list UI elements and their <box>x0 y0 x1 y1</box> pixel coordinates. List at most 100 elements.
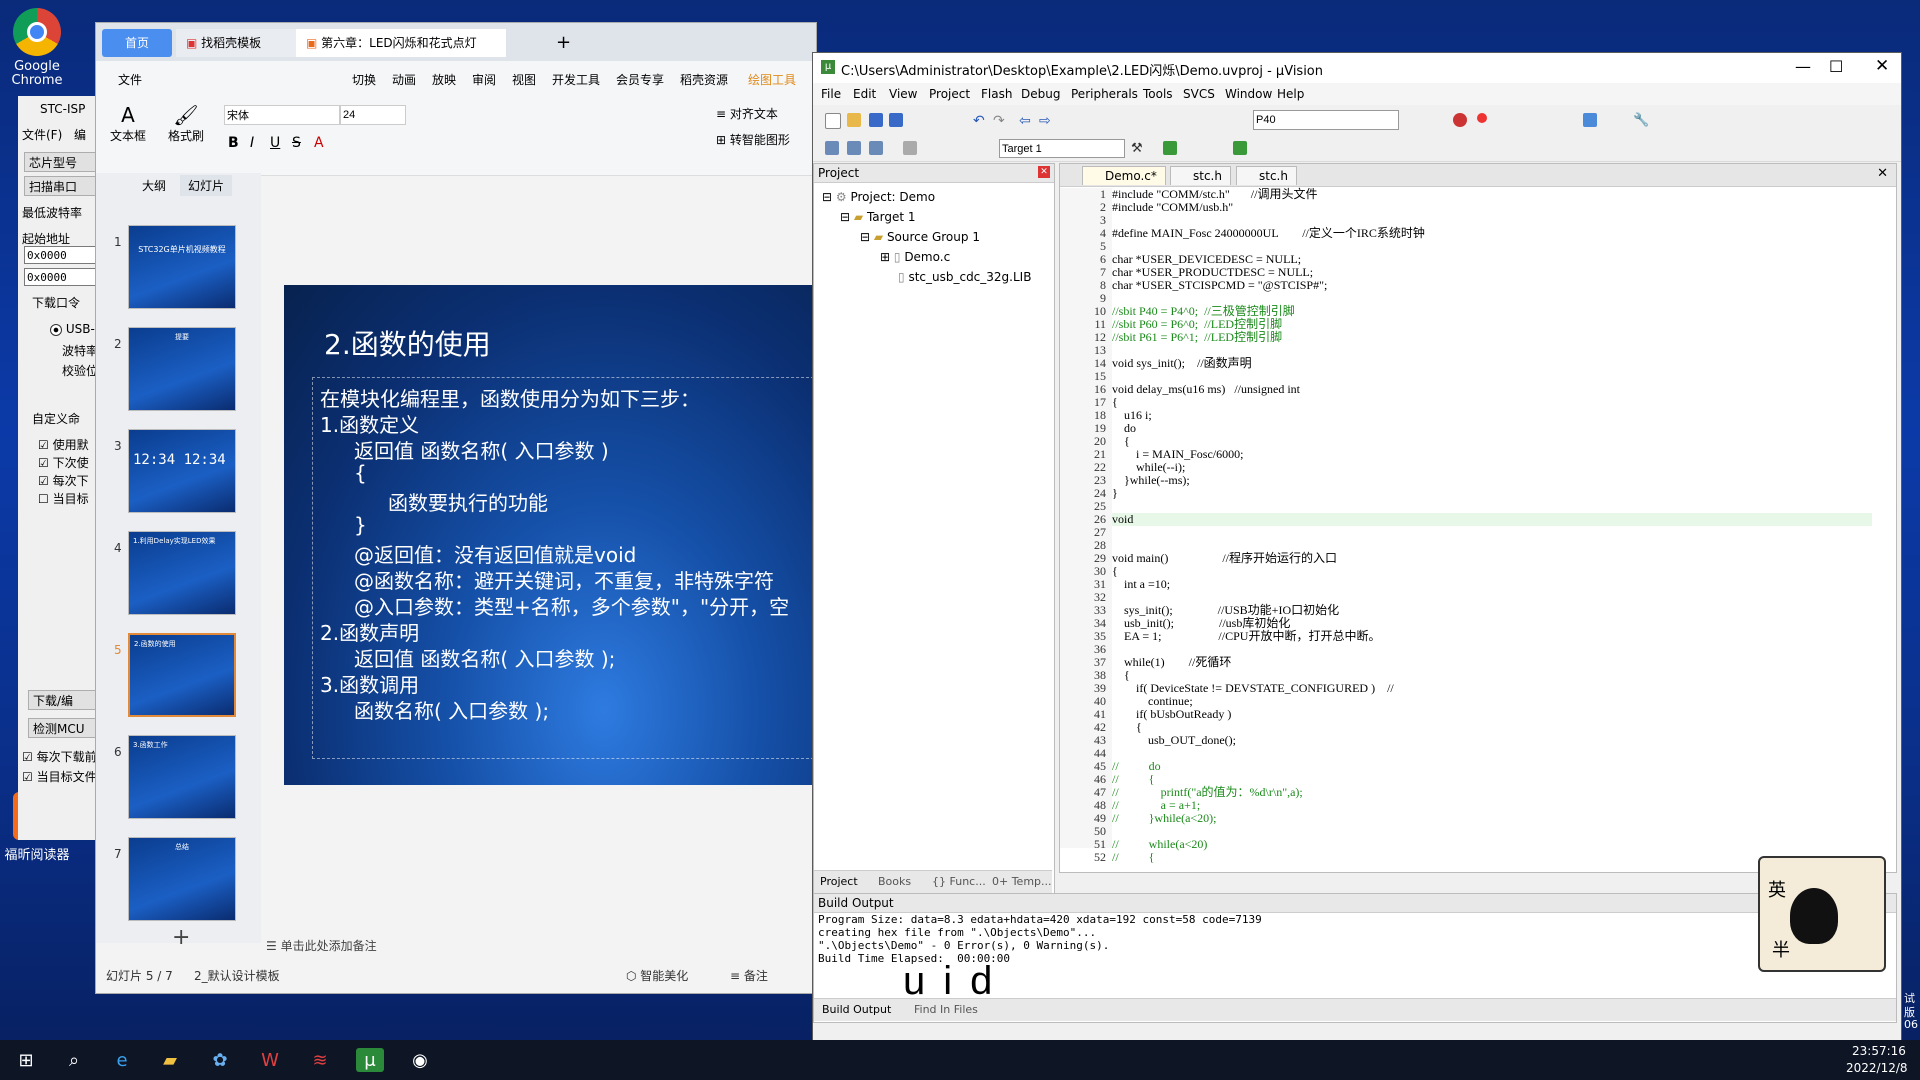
search-icon[interactable]: ⌕ <box>60 1048 88 1072</box>
menu-project[interactable]: Project <box>929 87 970 101</box>
code-editor[interactable]: Demo.c* stc.h stc.h ✕ 1 #include "COMM/st… <box>1059 163 1897 873</box>
menu-debug[interactable]: Debug <box>1021 87 1060 101</box>
format-painter-button[interactable]: 🖌 格式刷 <box>166 103 206 144</box>
code-line[interactable]: 24} <box>1094 487 1872 500</box>
slide-thumb-7[interactable]: 总结 <box>128 837 236 921</box>
scan-port-button[interactable]: 扫描串口 <box>24 176 104 196</box>
app-icon[interactable]: ✿ <box>206 1048 234 1072</box>
bottom-check-2[interactable]: ☑ 当目标文件 <box>22 768 97 785</box>
close-button[interactable]: ✕ <box>1875 56 1889 76</box>
tree-file-demo[interactable]: ⊞ ▯ Demo.c <box>880 250 950 264</box>
slide-title[interactable]: 2.函数的使用 <box>324 323 491 363</box>
code-line[interactable]: 31 int a =10; <box>1094 578 1872 591</box>
code-line[interactable]: 51// while(a<20) <box>1094 838 1872 851</box>
target-options-icon[interactable]: ⚒ <box>1131 141 1145 156</box>
code-line[interactable]: 41 if( bUsbOutReady ) <box>1094 708 1872 721</box>
editor-tab-demo[interactable]: Demo.c* <box>1082 166 1166 185</box>
font-size-select[interactable] <box>340 105 406 125</box>
new-file-icon[interactable] <box>825 113 841 129</box>
slide-thumb-3[interactable]: 12:34 12:34 <box>128 429 236 513</box>
menu-draw-tools[interactable]: 绘图工具 <box>748 71 796 88</box>
align-text-button[interactable]: ≡ 对齐文本 <box>716 105 778 122</box>
menu-resources[interactable]: 稻壳资源 <box>680 71 728 88</box>
open-file-icon[interactable] <box>847 113 861 127</box>
slide-thumb-4[interactable]: 1.利用Delay实现LED效果 <box>128 531 236 615</box>
compile-icon[interactable] <box>825 141 839 155</box>
menu-flash[interactable]: Flash <box>981 87 1012 101</box>
bold-button[interactable]: B <box>228 135 239 151</box>
menu-svcs[interactable]: SVCS <box>1183 87 1215 101</box>
menu-window[interactable]: Window <box>1225 87 1272 101</box>
bottom-check-1[interactable]: ☑ 每次下载前 <box>22 748 97 765</box>
nav-back-icon[interactable]: ⇦ <box>1019 113 1033 129</box>
code-line[interactable]: 18 u16 i; <box>1094 409 1872 422</box>
tab-find-in-files[interactable]: Find In Files <box>914 1003 978 1016</box>
window-layout-icon[interactable] <box>1583 113 1597 127</box>
download-icon[interactable] <box>903 141 917 155</box>
pack-installer-icon[interactable] <box>1233 141 1247 155</box>
tab-template[interactable]: ▣ 找稻壳模板 <box>176 29 306 57</box>
save-all-icon[interactable] <box>889 113 903 127</box>
close-panel-icon[interactable]: ✕ <box>1038 166 1050 178</box>
code-line[interactable]: 17{ <box>1094 396 1872 409</box>
tree-project-root[interactable]: ⊟ ⚙ Project: Demo <box>822 190 935 204</box>
usb-option-radio[interactable]: USB- <box>50 322 95 336</box>
tab-document[interactable]: ▣ 第六章：LED闪烁和花式点灯 <box>296 29 506 57</box>
code-line[interactable]: 14 void sys_init(); //函数声明 <box>1094 357 1872 370</box>
code-line[interactable]: 30{ <box>1094 565 1872 578</box>
rebuild-icon[interactable] <box>869 141 883 155</box>
menu-review[interactable]: 审阅 <box>472 71 496 88</box>
maximize-button[interactable]: ☐ <box>1829 57 1843 76</box>
strike-button[interactable]: S <box>292 135 301 151</box>
breakpoint-icon[interactable] <box>1477 113 1487 123</box>
configure-icon[interactable]: 🔧 <box>1633 113 1649 128</box>
start-addr-input[interactable] <box>24 246 96 264</box>
slide-thumb-1[interactable]: STC32G单片机视频教程 <box>128 225 236 309</box>
end-addr-input[interactable] <box>24 268 96 286</box>
smart-graphic-button[interactable]: ⊞ 转智能图形 <box>716 131 790 148</box>
start-button[interactable]: ⊞ <box>12 1048 40 1072</box>
code-line[interactable]: 19 do <box>1094 422 1872 435</box>
menu-view[interactable]: 视图 <box>512 71 536 88</box>
code-line[interactable]: 8 char *USER_STCISPCMD = "@STCISP#"; <box>1100 279 1872 292</box>
slide-thumb-5[interactable]: 2.函数的使用 <box>128 633 236 717</box>
nav-forward-icon[interactable]: ⇨ <box>1039 113 1053 129</box>
code-line[interactable]: 4 #define MAIN_Fosc 24000000UL //定义一个IRC系… <box>1100 227 1872 240</box>
keil-icon[interactable]: μ <box>356 1048 384 1072</box>
target-select[interactable] <box>999 139 1125 158</box>
add-slide-button[interactable]: + <box>172 925 190 950</box>
check-item-1[interactable]: ☑ 使用默 <box>38 436 89 453</box>
code-line[interactable]: 12//sbit P61 = P6^1; //LED控制引脚 <box>1094 331 1872 344</box>
isp-menu-file[interactable]: 文件(F) <box>22 126 62 143</box>
code-line[interactable]: 37 while(1) //死循环 <box>1094 656 1872 669</box>
check-item-4[interactable]: ☐ 当目标 <box>38 490 89 507</box>
code-line[interactable]: 25 <box>1094 500 1872 513</box>
code-line[interactable]: 39 if( DeviceState != DEVSTATE_CONFIGURE… <box>1094 682 1872 695</box>
font-name-select[interactable] <box>224 105 340 125</box>
edge-icon[interactable]: e <box>108 1048 136 1072</box>
code-line[interactable]: 45// do <box>1094 760 1872 773</box>
smart-beautify-button[interactable]: ⬡ 智能美化 <box>626 967 688 984</box>
check-item-3[interactable]: ☑ 每次下 <box>38 472 89 489</box>
slide-thumb-6[interactable]: 3.函数工作 <box>128 735 236 819</box>
tree-target[interactable]: ⊟ ▰ Target 1 <box>840 210 916 224</box>
menu-slideshow[interactable]: 放映 <box>432 71 456 88</box>
stc-isp-icon[interactable]: ≋ <box>306 1048 334 1072</box>
panel-tab-functions[interactable]: {} Func... <box>932 875 986 888</box>
menu-file[interactable]: File <box>821 87 841 101</box>
textbox-button[interactable]: A 文本框 <box>108 103 148 144</box>
panel-tab-project[interactable]: Project <box>820 875 858 888</box>
menu-member[interactable]: 会员专享 <box>616 71 664 88</box>
code-line[interactable]: 48// a = a+1; <box>1094 799 1872 812</box>
notes-area[interactable]: ☰ 单击此处添加备注 <box>266 937 377 954</box>
tab-close-icon[interactable]: ✕ <box>1877 166 1888 181</box>
editor-tab-stc-2[interactable]: stc.h <box>1236 166 1297 185</box>
desktop-icon-chrome[interactable]: Google Chrome <box>2 8 72 88</box>
check-item-2[interactable]: ☑ 下次使 <box>38 454 89 471</box>
editor-tab-stc[interactable]: stc.h <box>1170 166 1231 185</box>
font-color-button[interactable]: A <box>314 135 324 151</box>
tree-file-lib[interactable]: ▯ stc_usb_cdc_32g.LIB <box>898 270 1031 284</box>
code-line[interactable]: 50 <box>1094 825 1872 838</box>
panel-tab-books[interactable]: Books <box>878 875 911 888</box>
code-line[interactable]: 22 while(--i); <box>1094 461 1872 474</box>
